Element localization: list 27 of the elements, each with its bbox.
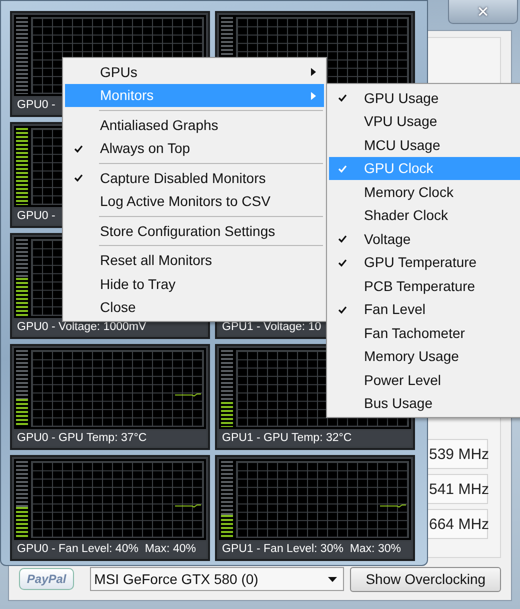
submenu-arrow-icon [311, 92, 316, 100]
menu-item[interactable]: GPU Usage [329, 86, 520, 110]
menu-item[interactable]: Close [65, 296, 324, 319]
menu-item[interactable]: PCB Temperature [329, 274, 520, 298]
menu-item[interactable]: Memory Clock [329, 180, 520, 204]
menu-item[interactable]: VPU Usage [329, 110, 520, 133]
menu-item[interactable]: MCU Usage [329, 133, 520, 156]
clock-reading: 541 MHz [426, 474, 488, 504]
menu-item[interactable]: Hide to Tray [65, 272, 324, 296]
dropdown-caret-icon [328, 576, 338, 582]
menu-item[interactable]: Reset all Monitors [65, 248, 324, 272]
clock-reading: 539 MHz [426, 439, 488, 469]
menu-item[interactable]: Power Level [329, 368, 520, 392]
show-overclocking-button[interactable]: Show Overclocking [350, 566, 501, 592]
menu-item[interactable]: Memory Usage [329, 344, 520, 368]
menu-item[interactable]: GPU Temperature [329, 250, 520, 274]
menu-item[interactable]: Fan Level [329, 298, 520, 321]
menu-item[interactable]: Antialiased Graphs [65, 113, 324, 136]
menu-item[interactable]: GPUs [65, 60, 324, 84]
menu-item[interactable]: Bus Usage [329, 392, 520, 415]
menu-item[interactable]: Always on Top [65, 136, 324, 160]
gpu-select[interactable]: MSI GeForce GTX 580 (0) [90, 567, 344, 591]
menu-item[interactable]: Voltage [329, 227, 520, 250]
menu-item[interactable]: Capture Disabled Monitors [65, 166, 324, 190]
menu-item[interactable]: Shader Clock [329, 204, 520, 227]
submenu-arrow-icon [311, 68, 316, 76]
clock-reading: 664 MHz [426, 509, 488, 539]
